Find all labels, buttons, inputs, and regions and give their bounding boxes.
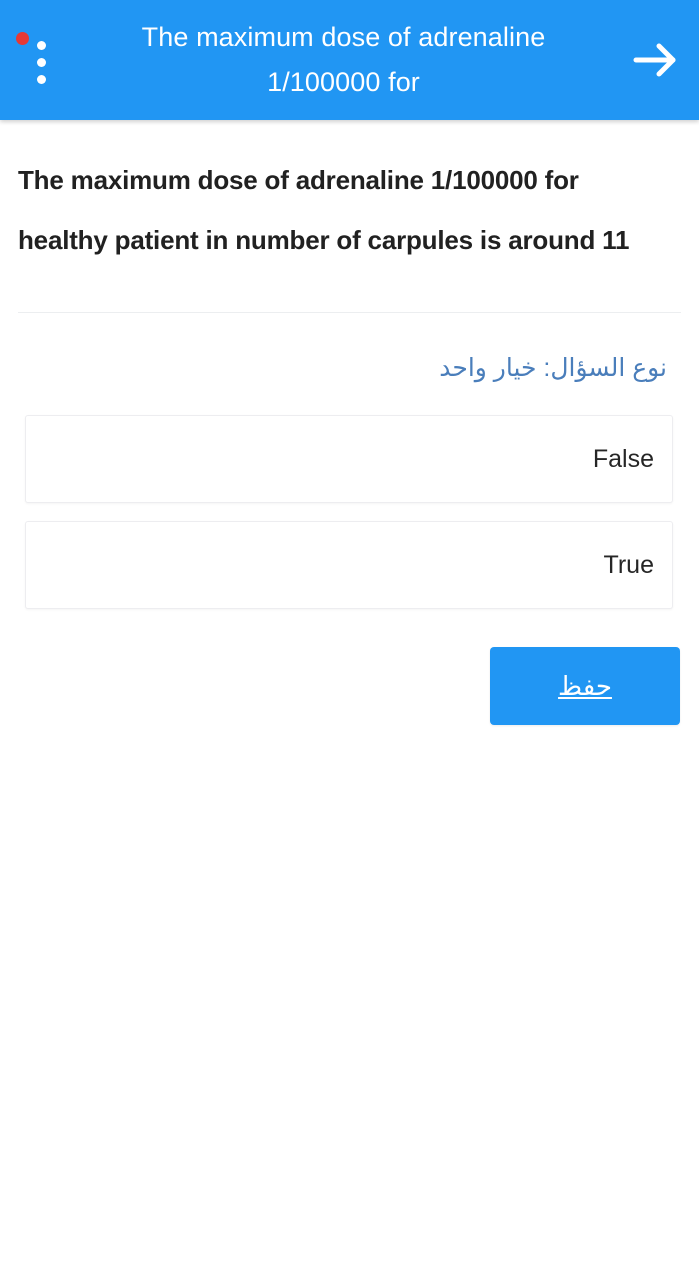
- actions-row: حفظ: [0, 627, 699, 725]
- save-button[interactable]: حفظ: [490, 647, 680, 725]
- answer-options-list: False True: [0, 383, 699, 609]
- answer-option-false[interactable]: False: [25, 415, 673, 503]
- next-question-button[interactable]: [613, 0, 699, 120]
- answer-option-label: False: [592, 445, 654, 473]
- notification-badge-icon: [16, 32, 29, 45]
- question-content: The maximum dose of adrenaline 1/100000 …: [0, 120, 699, 725]
- app-bar-title: The maximum dose of adrenaline 1/100000 …: [141, 22, 546, 97]
- arrow-right-icon: [633, 41, 679, 79]
- overflow-menu-vertical-icon: [36, 41, 46, 84]
- overflow-menu-button[interactable]: [0, 0, 74, 120]
- answer-option-label: True: [603, 551, 654, 579]
- save-button-label: حفظ: [558, 670, 612, 701]
- answer-option-true[interactable]: True: [25, 521, 673, 609]
- question-body-text: The maximum dose of adrenaline 1/100000 …: [18, 165, 630, 255]
- app-bar: The maximum dose of adrenaline 1/100000 …: [0, 0, 699, 120]
- question-type-label: نوع السؤال: خيار واحد: [439, 354, 667, 382]
